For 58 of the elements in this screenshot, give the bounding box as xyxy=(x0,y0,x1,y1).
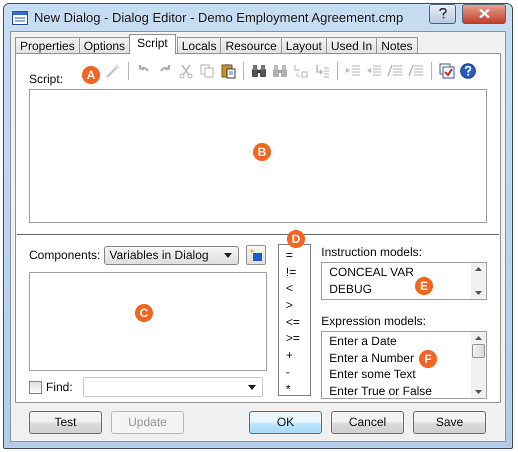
find-checkbox[interactable] xyxy=(29,380,42,394)
new-item-button[interactable] xyxy=(246,245,266,265)
operator-item[interactable]: >= xyxy=(286,330,310,348)
dropdown-arrow-icon xyxy=(248,384,256,390)
close-icon xyxy=(478,9,490,18)
dialog-button[interactable]: OK xyxy=(249,410,322,434)
list-item[interactable]: Enter a Date xyxy=(329,333,397,350)
list-item[interactable]: DEBUG xyxy=(329,280,372,297)
tab[interactable]: Layout xyxy=(280,37,327,54)
list-item[interactable]: Enter a Number xyxy=(329,350,414,366)
tab[interactable]: Resource xyxy=(220,37,282,54)
operator-item[interactable]: < xyxy=(286,280,310,298)
tab[interactable]: Used In xyxy=(326,37,378,54)
operator-item[interactable]: != xyxy=(286,264,310,280)
scroll-thumb[interactable] xyxy=(472,344,485,358)
window-icon xyxy=(12,10,28,24)
find-dropdown[interactable] xyxy=(82,377,263,397)
scroll-up-icon[interactable] xyxy=(475,267,482,271)
binoculars-icon[interactable] xyxy=(251,63,268,79)
tab[interactable]: Locals xyxy=(176,37,222,54)
scroll-down-icon[interactable] xyxy=(475,390,482,394)
new-item-icon xyxy=(249,248,264,262)
components-label: Components: xyxy=(29,248,100,262)
dialog-button[interactable]: Test xyxy=(29,410,102,434)
checklist-icon[interactable] xyxy=(439,63,456,79)
list-item[interactable]: Enter True or False xyxy=(329,382,432,399)
operator-item[interactable]: > xyxy=(286,297,310,314)
paste-icon[interactable] xyxy=(220,63,236,79)
operator-item[interactable]: = xyxy=(286,247,310,264)
components-list[interactable] xyxy=(29,272,267,371)
list-item[interactable]: Enter some Text xyxy=(329,366,416,382)
dropdown-arrow-icon xyxy=(224,252,232,258)
question-icon xyxy=(438,8,446,19)
scroll-up-icon[interactable] xyxy=(475,336,482,340)
tab[interactable]: Options xyxy=(78,37,130,54)
help-icon[interactable] xyxy=(460,63,476,79)
operator-item[interactable]: + xyxy=(286,347,310,364)
find-label: Find: xyxy=(46,380,73,394)
tab[interactable]: Properties xyxy=(15,37,80,54)
components-dropdown[interactable]: Variables in Dialog xyxy=(104,246,240,264)
close-button[interactable] xyxy=(462,4,506,24)
script-label: Script: xyxy=(29,72,64,86)
script-editor[interactable] xyxy=(29,89,487,223)
dialog-button[interactable]: Cancel xyxy=(331,410,404,434)
tab[interactable]: Notes xyxy=(376,37,418,54)
operator-item[interactable]: - xyxy=(286,364,310,380)
list-item[interactable]: CONCEAL VAR xyxy=(329,264,414,280)
operator-item[interactable]: <= xyxy=(286,314,310,330)
scroll-down-icon[interactable] xyxy=(475,291,482,295)
help-button[interactable] xyxy=(429,4,456,24)
window-title: New Dialog - Dialog Editor - Demo Employment Agreement.cmp xyxy=(34,10,404,25)
expression-models-label: Expression models: xyxy=(321,314,427,328)
instruction-models-label: Instruction models: xyxy=(321,245,423,259)
scrollbar[interactable] xyxy=(471,332,486,398)
scrollbar[interactable] xyxy=(471,263,486,299)
operator-item[interactable]: * xyxy=(286,380,310,395)
dialog-button[interactable]: Save xyxy=(413,410,486,434)
tab[interactable]: Script xyxy=(129,34,176,54)
